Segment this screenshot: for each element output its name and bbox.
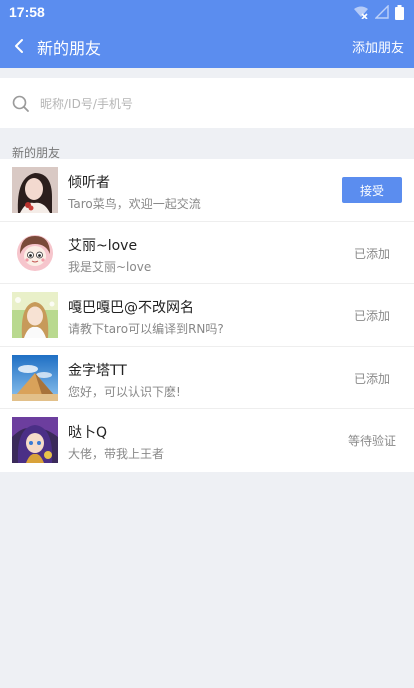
list-item[interactable]: 艾丽~love 我是艾丽~love 已添加 (0, 222, 414, 284)
signal-icon (375, 5, 389, 19)
accept-button[interactable]: 接受 (342, 177, 402, 203)
friend-name: 哒卜Q (68, 425, 108, 441)
list-item[interactable]: 嘎巴嘎巴@不改网名 请教下taro可以编译到RN吗? 已添加 (0, 284, 414, 347)
avatar (12, 417, 58, 463)
status-label: 已添加 (353, 371, 390, 386)
avatar (12, 354, 58, 401)
avatar (12, 229, 58, 276)
friend-message: 您好，可以认识下麽! (68, 384, 181, 399)
app-header: 17:58 新的朋友 添加朋友 (0, 0, 414, 68)
list-item[interactable]: 哒卜Q 大佬，带我上王者 等待验证 (0, 409, 414, 472)
friend-name: 嘎巴嘎巴@不改网名 (68, 300, 194, 316)
status-icons (353, 4, 404, 20)
avatar (12, 167, 58, 213)
friend-message: 请教下taro可以编译到RN吗? (68, 322, 224, 336)
friend-name: 金字塔TT (68, 362, 127, 379)
avatar (12, 292, 58, 338)
chevron-left-icon[interactable] (10, 34, 30, 58)
friend-name: 倾听者 (68, 175, 110, 191)
status-label: 等待验证 (347, 434, 396, 448)
search-bar (0, 78, 414, 128)
wifi-off-icon (353, 5, 369, 19)
status-time: 17:58 (9, 4, 45, 20)
friend-message: Taro菜鸟，欢迎一起交流 (68, 197, 201, 211)
battery-icon (395, 4, 404, 20)
list-item[interactable]: 倾听者 Taro菜鸟，欢迎一起交流 接受 (0, 159, 414, 222)
status-bar: 17:58 (0, 0, 414, 24)
add-friend-button[interactable]: 添加朋友 (352, 37, 404, 56)
nav-bar: 新的朋友 添加朋友 (0, 24, 414, 68)
status-label: 已添加 (353, 246, 390, 261)
list-item[interactable]: 金字塔TT 您好，可以认识下麽! 已添加 (0, 347, 414, 409)
status-label: 已添加 (353, 309, 390, 323)
friend-list: 倾听者 Taro菜鸟，欢迎一起交流 接受 艾丽~love 我是艾丽~love 已… (0, 159, 414, 472)
friend-name: 艾丽~love (68, 237, 138, 254)
search-icon (12, 95, 30, 113)
search-input[interactable] (40, 94, 400, 114)
page-title: 新的朋友 (37, 39, 102, 58)
friend-message: 我是艾丽~love (68, 259, 152, 274)
friend-message: 大佬，带我上王者 (68, 447, 165, 461)
